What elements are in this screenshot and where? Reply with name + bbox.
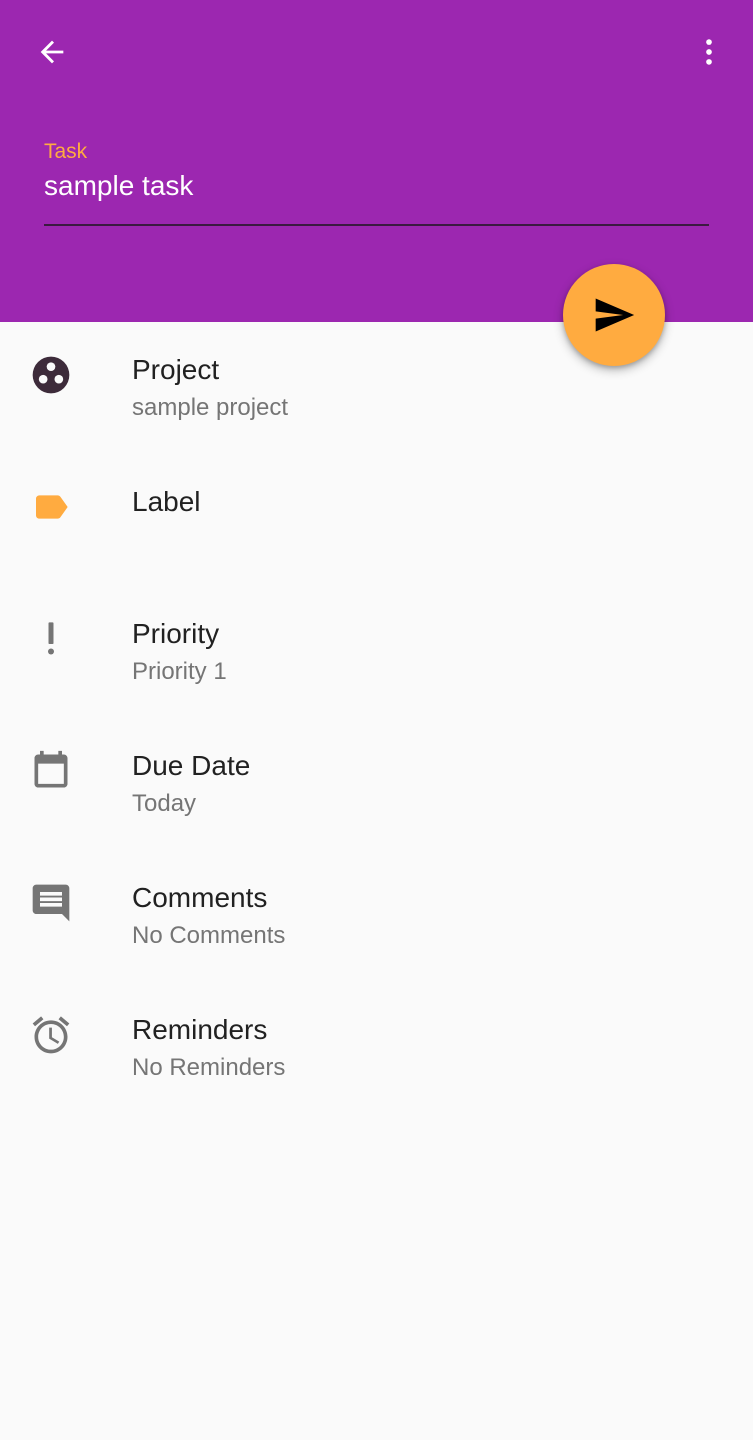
project-value: sample project xyxy=(132,394,289,421)
task-editor-screen: Task Project sample project xyxy=(0,0,753,1440)
calendar-icon xyxy=(28,748,74,794)
due-date-row[interactable]: Due Date Today xyxy=(0,718,753,850)
priority-icon xyxy=(28,616,74,662)
label-icon xyxy=(28,484,74,530)
comments-value: No Comments xyxy=(132,922,286,949)
label-row[interactable]: Label xyxy=(0,454,753,586)
task-field-label: Task xyxy=(44,140,88,163)
due-date-value: Today xyxy=(132,790,197,817)
more-options-button[interactable] xyxy=(679,22,739,82)
priority-row[interactable]: Priority Priority 1 xyxy=(0,586,753,718)
due-date-title: Due Date xyxy=(132,750,251,781)
label-title: Label xyxy=(132,486,201,517)
reminders-title: Reminders xyxy=(132,1014,268,1045)
project-icon xyxy=(28,352,74,398)
project-row[interactable]: Project sample project xyxy=(0,322,753,454)
alarm-icon xyxy=(28,1012,74,1058)
task-field[interactable]: Task xyxy=(44,138,709,226)
priority-value: Priority 1 xyxy=(132,658,227,685)
back-button[interactable] xyxy=(22,22,82,82)
comments-title: Comments xyxy=(132,882,268,913)
more-vert-icon xyxy=(706,39,712,65)
task-input[interactable] xyxy=(44,168,709,204)
priority-title: Priority xyxy=(132,618,220,649)
comments-row[interactable]: Comments No Comments xyxy=(0,850,753,982)
comment-icon xyxy=(28,880,74,926)
arrow-back-icon xyxy=(40,40,64,64)
reminders-value: No Reminders xyxy=(132,1054,286,1081)
project-title: Project xyxy=(132,354,220,385)
reminders-row[interactable]: Reminders No Reminders xyxy=(0,982,753,1114)
task-properties-list: Project sample project Label Priority Pr… xyxy=(0,322,753,1114)
